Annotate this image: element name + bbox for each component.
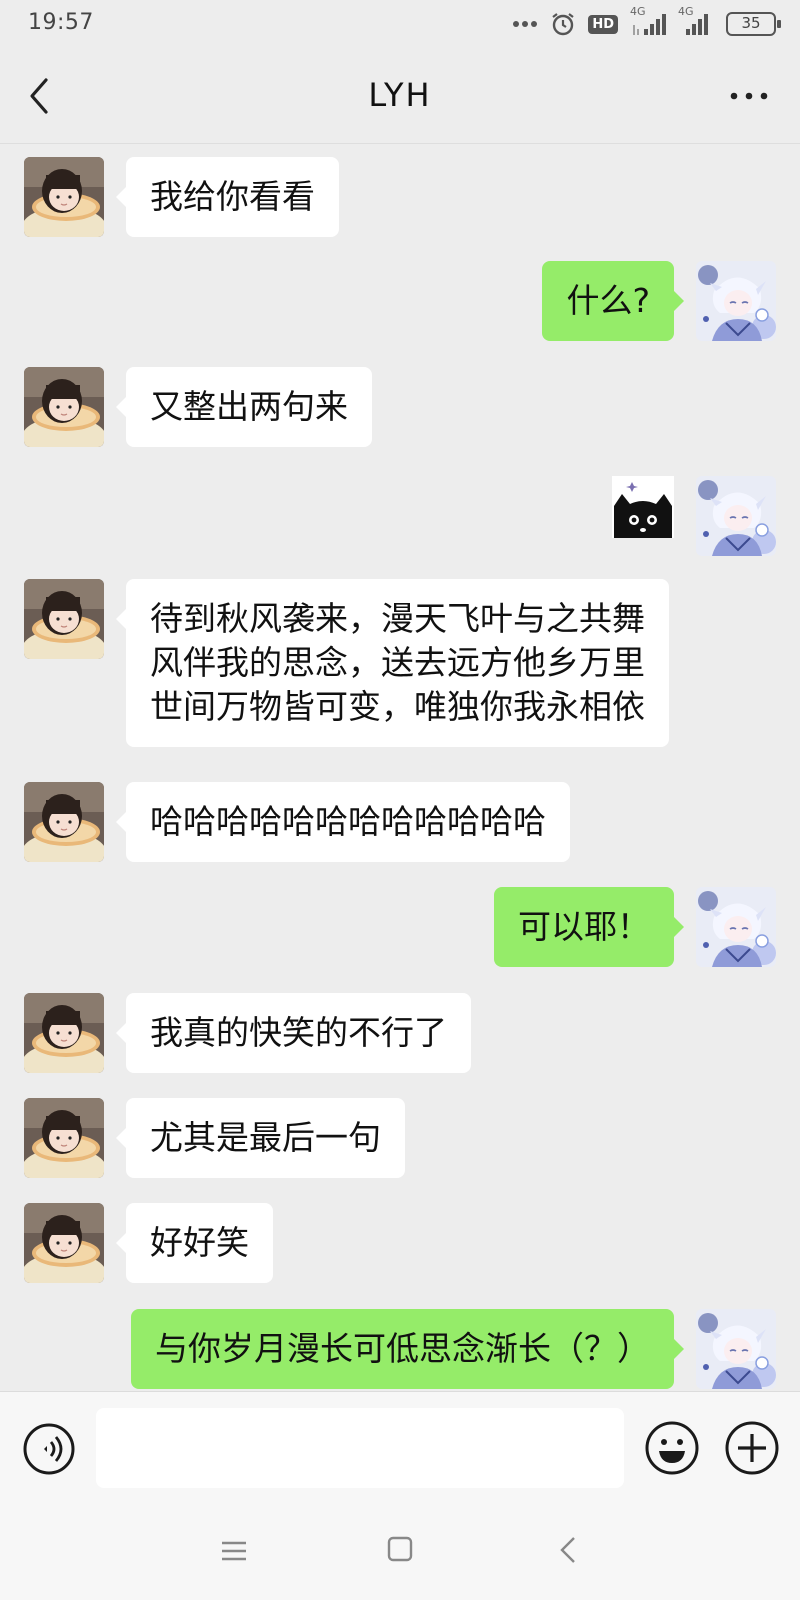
my-avatar[interactable] [696,1309,776,1389]
home-icon[interactable] [386,1535,414,1563]
my-avatar[interactable] [696,261,776,341]
more-dots-icon [513,21,538,27]
message-bubble[interactable]: 我给你看看 [116,157,339,237]
message-received: 尤其是最后一句 [0,1098,800,1178]
chat-title: LYH [368,76,432,114]
message-input[interactable] [96,1408,624,1488]
message-line: 世间万物皆可变，唯独你我永相依 [150,687,645,726]
message-received: 我真的快笑的不行了 [0,993,800,1073]
message-bubble[interactable]: 好好笑 [116,1203,273,1283]
input-bar [0,1391,800,1503]
message-line: 风伴我的思念，送去远方他乡万里 [150,643,645,682]
message-line: 待到秋风袭来，漫天飞叶与之共舞 [150,599,645,638]
contact-avatar[interactable] [24,993,104,1073]
my-avatar[interactable] [696,887,776,967]
more-options-icon[interactable] [724,84,774,108]
message-bubble[interactable]: 与你岁月漫长可低思念渐长（？） [131,1309,684,1389]
contact-avatar[interactable] [24,1098,104,1178]
message-bubble[interactable]: 我真的快笑的不行了 [116,993,471,1073]
message-sent: 什么? [0,261,800,341]
my-avatar[interactable] [696,476,776,556]
message-sent: 与你岁月漫长可低思念渐长（？） [0,1309,800,1389]
status-time: 19:57 [28,10,94,35]
message-received: 我给你看看 [0,157,800,237]
menu-icon[interactable] [220,1537,248,1565]
battery-icon: 35 [726,12,781,36]
signal-1: 4G [630,5,666,37]
message-bubble[interactable]: 尤其是最后一句 [116,1098,405,1178]
chat-header: LYH [0,48,800,144]
message-received: 又整出两句来 [0,367,800,447]
alarm-icon [552,13,574,36]
contact-avatar[interactable] [24,579,104,659]
hd-badge: HD [588,14,618,34]
nav-back-icon[interactable] [556,1535,580,1565]
emoji-icon[interactable] [644,1420,700,1476]
battery-level: 35 [741,14,761,32]
signal-2: 4G [678,5,714,37]
message-bubble[interactable]: 待到秋风袭来，漫天飞叶与之共舞 风伴我的思念，送去远方他乡万里 世间万物皆可变，… [116,579,669,747]
contact-avatar[interactable] [24,1203,104,1283]
signal-icon [686,14,708,35]
voice-icon[interactable] [22,1422,76,1476]
contact-avatar[interactable] [24,367,104,447]
message-bubble[interactable]: 可以耶！ [494,887,684,967]
status-bar: 19:57 HD 4G 4G 35 [0,0,800,48]
chat-message-list[interactable]: 我给你看看 什么? 又整出两句来 待到秋风袭来，漫天飞叶与之共舞 风伴我的思念，… [0,145,800,1391]
message-bubble[interactable]: 又整出两句来 [116,367,372,447]
message-bubble[interactable]: 什么? [542,261,684,341]
signal-icon [633,14,666,35]
black-cat-sticker-icon[interactable] [612,476,674,538]
message-bubble[interactable]: 哈哈哈哈哈哈哈哈哈哈哈哈 [116,782,570,862]
system-navigation-bar [0,1503,800,1600]
message-sent: 可以耶！ [0,887,800,967]
plus-icon[interactable] [724,1420,780,1476]
status-icons: HD 4G 4G 35 [512,5,781,38]
contact-avatar[interactable] [24,157,104,237]
message-received: 哈哈哈哈哈哈哈哈哈哈哈哈 [0,782,800,862]
contact-avatar[interactable] [24,782,104,862]
message-received: 好好笑 [0,1203,800,1283]
message-received: 待到秋风袭来，漫天飞叶与之共舞 风伴我的思念，送去远方他乡万里 世间万物皆可变，… [0,579,800,755]
message-sent [0,476,800,556]
